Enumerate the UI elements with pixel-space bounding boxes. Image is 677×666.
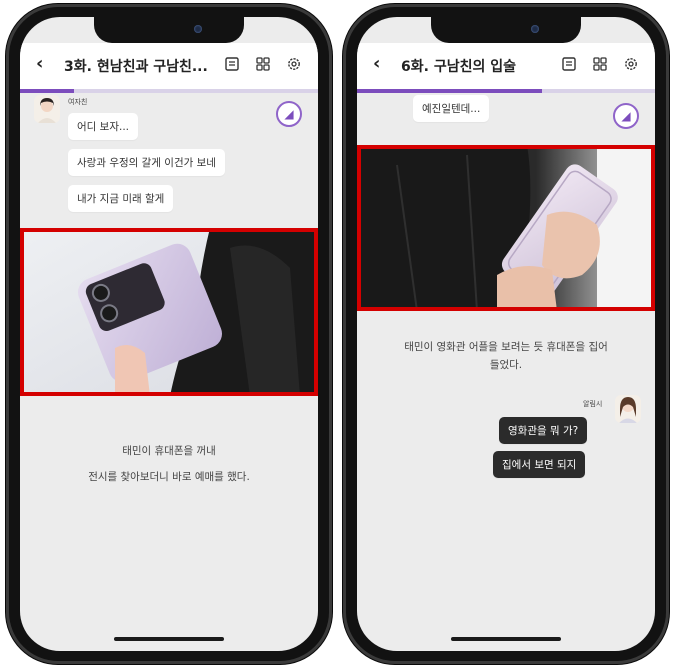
chat-bubble: 집에서 보면 되지 <box>493 451 586 478</box>
screen-right: ‹ 6화. 구남친의 입술 예진일텐데... ◢ 태민이 영화관 어플을 보려는… <box>357 17 655 651</box>
chat-bubble: 예진일텐데... <box>413 95 490 122</box>
header: ‹ 6화. 구남친의 입술 <box>357 43 655 89</box>
speaker-name: 알림시 <box>583 400 603 408</box>
notch <box>94 17 244 43</box>
list-icon[interactable] <box>559 54 579 74</box>
chat-bubble: 내가 지금 미래 할게 <box>68 185 174 212</box>
gear-icon[interactable] <box>621 54 641 74</box>
phone-left: ‹ 3화. 현남친과 구남친... 여자친 ◢ 어디 보자... 사랑과 우정의… <box>6 4 332 664</box>
avatar <box>34 95 60 123</box>
grid-icon[interactable] <box>253 54 273 74</box>
notch <box>431 17 581 43</box>
narration-line: 전시를 찾아보더니 바로 예매를 했다. <box>88 471 250 483</box>
phone-photo <box>20 228 318 396</box>
screen-left: ‹ 3화. 현남친과 구남친... 여자친 ◢ 어디 보자... 사랑과 우정의… <box>20 17 318 651</box>
phone-right: ‹ 6화. 구남친의 입술 예진일텐데... ◢ 태민이 영화관 어플을 보려는… <box>343 4 669 664</box>
narration-line: 태민이 영화관 어플을 보려는 듯 휴대폰을 집어 <box>404 341 608 353</box>
narration-line: 태민이 휴대폰을 꺼내 <box>122 445 216 457</box>
chat-bubble: 사랑과 우정의 갈게 이건가 보네 <box>68 149 225 176</box>
episode-title: 3화. 현남친과 구남친... <box>64 59 208 75</box>
speaker-icon[interactable]: ◢ <box>276 101 302 127</box>
home-indicator[interactable] <box>114 637 224 641</box>
speaker-name: 여자친 <box>68 98 88 106</box>
grid-icon[interactable] <box>590 54 610 74</box>
list-icon[interactable] <box>222 54 242 74</box>
episode-title: 6화. 구남친의 입술 <box>401 59 516 75</box>
phone-photo <box>357 145 655 311</box>
camera-icon <box>531 25 539 33</box>
speaker-icon[interactable]: ◢ <box>613 103 639 129</box>
header: ‹ 3화. 현남친과 구남친... <box>20 43 318 89</box>
chat-bubble: 영화관을 뭐 가? <box>499 417 588 444</box>
chat-content: 예진일텐데... ◢ 태민이 영화관 어플을 보려는 듯 휴대폰을 집어 들었다… <box>357 93 655 651</box>
home-indicator[interactable] <box>451 637 561 641</box>
camera-icon <box>194 25 202 33</box>
gear-icon[interactable] <box>284 54 304 74</box>
chevron-left-icon[interactable]: ‹ <box>373 53 380 74</box>
narration-line: 들었다. <box>489 359 523 371</box>
chat-bubble: 어디 보자... <box>68 113 138 140</box>
avatar <box>615 395 641 423</box>
chat-content: 여자친 ◢ 어디 보자... 사랑과 우정의 갈게 이건가 보네 내가 지금 미… <box>20 93 318 651</box>
chevron-left-icon[interactable]: ‹ <box>36 53 43 74</box>
